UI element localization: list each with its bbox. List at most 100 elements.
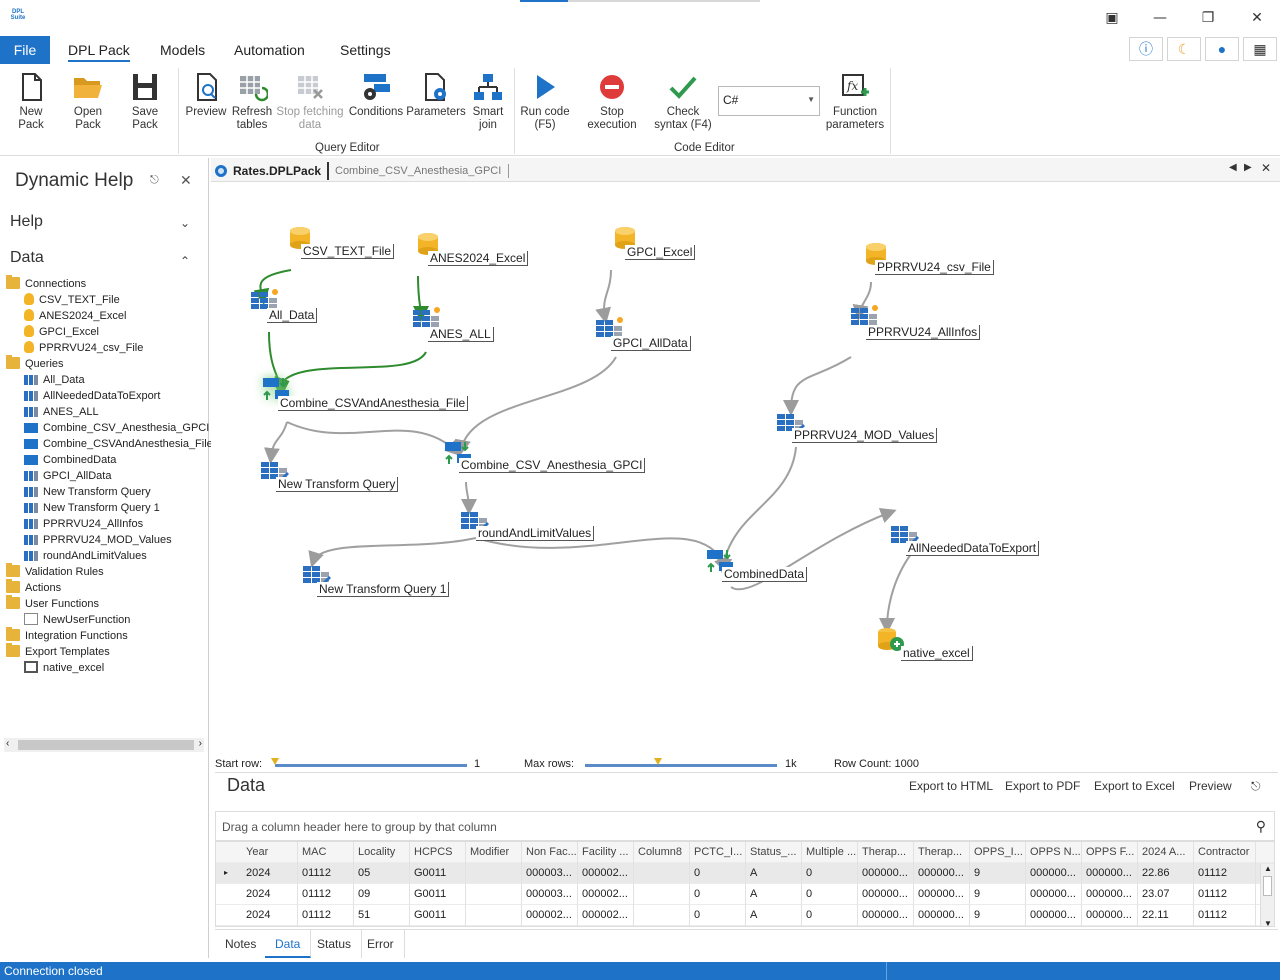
tab-settings[interactable]: Settings (330, 36, 401, 64)
tree-item[interactable]: PPRRVU24_csv_File (0, 340, 209, 356)
column-header[interactable]: Column8 (634, 842, 690, 863)
scroll-thumb[interactable] (1263, 876, 1272, 896)
column-header[interactable]: Modifier (466, 842, 522, 863)
tree-item[interactable]: All_Data (0, 372, 209, 388)
table-cell[interactable]: 000000... (914, 884, 970, 905)
column-header[interactable]: 2024 A... (1138, 842, 1194, 863)
scroll-right-icon[interactable]: › (199, 738, 202, 749)
table-cell[interactable]: 23.07 (1138, 884, 1194, 905)
table-cell[interactable]: 000000... (914, 905, 970, 926)
table-cell[interactable]: 0 (690, 884, 746, 905)
table-cell[interactable]: 000000... (1026, 863, 1082, 884)
table-cell[interactable] (634, 863, 690, 884)
language-select[interactable]: C# ▼ (718, 86, 820, 116)
node-label-pprrall[interactable]: PPRRVU24_AllInfos (866, 325, 981, 340)
table-cell[interactable]: 000000... (1082, 905, 1138, 926)
max-rows-handle[interactable] (654, 758, 662, 765)
column-header[interactable]: Locality (354, 842, 410, 863)
table-cell[interactable]: 0 (690, 905, 746, 926)
export-html-link[interactable]: Export to HTML (909, 779, 993, 793)
node-label-anesall[interactable]: ANES_ALL (428, 327, 494, 342)
open-pack-button[interactable]: Open Pack (60, 68, 116, 134)
tree-item[interactable]: Connections (0, 275, 209, 292)
table-cell[interactable]: 9 (970, 905, 1026, 926)
column-header[interactable]: Year (242, 842, 298, 863)
table-cell[interactable]: 0 (802, 884, 858, 905)
table-cell[interactable]: A (746, 905, 802, 926)
table-cell[interactable]: 000000... (858, 884, 914, 905)
tree-item[interactable]: PPRRVU24_MOD_Values (0, 532, 209, 548)
start-row-handle[interactable] (271, 758, 279, 765)
table-cell[interactable] (466, 884, 522, 905)
layout-switch-icon[interactable]: ▦ (1243, 37, 1277, 61)
table-cell[interactable]: 000002... (522, 905, 578, 926)
table-cell[interactable]: 9 (970, 863, 1026, 884)
node-label-gpci[interactable]: GPCI_Excel (625, 245, 696, 260)
function-parameters-button[interactable]: fx Function parameters (824, 68, 886, 134)
table-cell[interactable]: 01112 (1194, 905, 1256, 926)
table-cell[interactable]: 01112 (298, 884, 354, 905)
table-cell[interactable]: 000003... (522, 884, 578, 905)
table-row[interactable]: 2024 01112 51 G0011 000002... 000002... 0 A 0 000… (216, 905, 1274, 926)
node-label-allneeded[interactable]: AllNeededDataToExport (906, 541, 1040, 556)
tab-left-icon[interactable]: ◀ (1229, 162, 1237, 173)
tree-item[interactable]: native_excel (0, 660, 209, 676)
restore-icon[interactable]: ❐ (1196, 8, 1220, 28)
table-cell[interactable]: 000002... (578, 863, 634, 884)
table-row[interactable]: 2024 01112 09 G0011 000003... 000002... 0 A 0 000… (216, 884, 1274, 905)
tab-notes[interactable]: Notes (215, 930, 268, 958)
info-icon[interactable]: ⓘ (1129, 37, 1163, 61)
node-label-pprrmod[interactable]: PPRRVU24_MOD_Values (792, 428, 938, 443)
column-header[interactable]: OPPS F... (1082, 842, 1138, 863)
table-cell[interactable]: 09 (354, 884, 410, 905)
table-cell[interactable]: A (746, 884, 802, 905)
tab-rates-dplpack[interactable]: Rates.DPLPack (215, 162, 321, 180)
table-cell[interactable]: 000003... (522, 863, 578, 884)
node-label-combined[interactable]: CombinedData (722, 567, 808, 582)
smart-join-button[interactable]: Smart join (468, 68, 508, 134)
node-label-csv[interactable]: CSV_TEXT_File (301, 244, 395, 259)
pin-icon[interactable]: ⎋ (1251, 779, 1261, 794)
scroll-left-icon[interactable]: ‹ (6, 738, 9, 749)
node-label-comb2[interactable]: Combine_CSV_Anesthesia_GPCI (459, 458, 646, 473)
table-cell[interactable]: 000000... (858, 863, 914, 884)
close-panel-icon[interactable]: ✕ (180, 172, 192, 189)
node-label-ntq1[interactable]: New Transform Query 1 (317, 582, 450, 597)
table-cell[interactable]: 05 (354, 863, 410, 884)
table-cell[interactable]: 000002... (578, 905, 634, 926)
stop-execution-button[interactable]: Stop execution (574, 68, 650, 134)
table-cell[interactable]: 2024 (242, 863, 298, 884)
close-tab-icon[interactable]: ✕ (1261, 161, 1271, 175)
table-cell[interactable]: 000000... (1026, 884, 1082, 905)
table-cell[interactable]: 2024 (242, 905, 298, 926)
column-header[interactable]: HCPCS (410, 842, 466, 863)
table-cell[interactable]: 000000... (1082, 863, 1138, 884)
vertical-scrollbar[interactable]: ▲ ▼ (1260, 864, 1274, 926)
max-rows-slider[interactable] (585, 764, 777, 767)
table-cell[interactable]: 51 (354, 905, 410, 926)
new-pack-button[interactable]: New Pack (6, 68, 56, 134)
table-cell[interactable] (634, 905, 690, 926)
tab-models[interactable]: Models (150, 36, 215, 64)
tree-item[interactable]: ANES_ALL (0, 404, 209, 420)
tree-item[interactable]: GPCI_Excel (0, 324, 209, 340)
export-excel-link[interactable]: Export to Excel (1094, 779, 1175, 793)
column-header[interactable]: OPPS_I... (970, 842, 1026, 863)
pin-icon[interactable]: ⎋ (150, 174, 159, 187)
table-cell[interactable]: 000002... (578, 884, 634, 905)
tree-item[interactable]: AllNeededDataToExport (0, 388, 209, 404)
table-cell[interactable]: G0011 (410, 905, 466, 926)
table-cell[interactable]: 000000... (1026, 905, 1082, 926)
tab-error[interactable]: Error (357, 930, 405, 958)
node-label-anes[interactable]: ANES2024_Excel (428, 251, 529, 266)
tree-item[interactable]: Queries (0, 355, 209, 372)
node-label-round[interactable]: roundAndLimitValues (476, 526, 595, 541)
tree-item[interactable]: Combine_CSVAndAnesthesia_File (0, 436, 213, 452)
tree-item[interactable]: Actions (0, 579, 209, 596)
tree-item[interactable]: CSV_TEXT_File (0, 292, 209, 308)
tab-file[interactable]: File (0, 36, 50, 64)
tree-item[interactable]: User Functions (0, 595, 209, 612)
table-cell[interactable]: 000000... (1082, 884, 1138, 905)
horizontal-scrollbar[interactable]: ‹ › (4, 738, 204, 752)
table-row[interactable]: ▸ 2024 01112 05 G0011 000003... 000002... 0 A 0 00… (216, 863, 1274, 884)
